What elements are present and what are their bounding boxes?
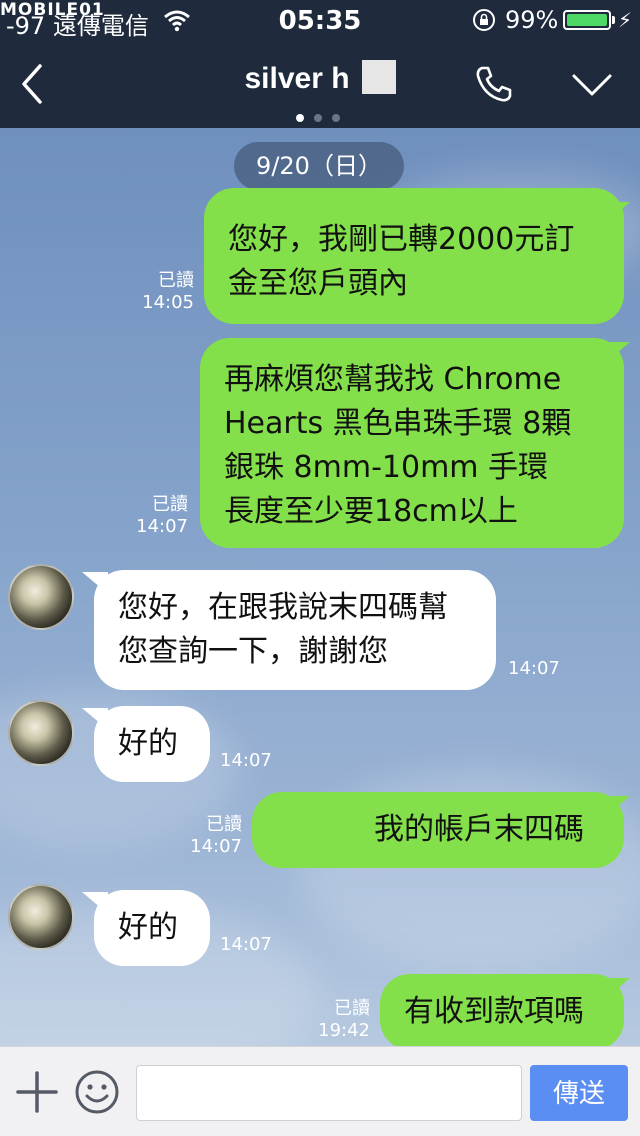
battery-fill — [567, 14, 607, 26]
read-receipt: 已讀 — [152, 494, 188, 515]
message-time: 14:07 — [508, 658, 560, 679]
message-time: 19:42 — [318, 1020, 370, 1041]
message-line: 銀珠 8mm-10mm 手環 — [224, 450, 549, 485]
message-meta: 已讀 14:07 — [124, 494, 188, 538]
status-bar: MOBILE01 -97 遠傳電信 05:35 99% ⚡ — [0, 0, 640, 40]
message-line: Hearts 黑色串珠手環 8顆 — [224, 406, 572, 441]
chat-area[interactable]: 9/20（日） 您好，我剛已轉2000元訂 金至您戶頭內 已讀 14:05 再麻… — [0, 128, 640, 1046]
contact-name: silver h — [244, 62, 350, 95]
read-receipt: 已讀 — [206, 814, 242, 835]
message-line: 再麻煩您幫我找 Chrome — [224, 362, 562, 397]
message-line: 金至您戶頭內 — [228, 266, 408, 301]
battery-icon — [563, 10, 611, 30]
message-bubble-sent[interactable]: 再麻煩您幫我找 Chrome Hearts 黑色串珠手環 8顆 銀珠 8mm-1… — [200, 338, 624, 548]
rotation-lock-icon — [473, 9, 495, 31]
message-time: 14:07 — [190, 836, 242, 857]
chat-title[interactable]: silver h — [0, 60, 640, 96]
message-meta: 已讀 19:42 — [304, 998, 370, 1042]
emoji-icon[interactable] — [74, 1069, 120, 1115]
bubble-tail — [604, 796, 630, 818]
message-time: 14:07 — [220, 934, 272, 955]
contact-icon — [361, 60, 396, 94]
message-input-bar: 傳送 — [0, 1046, 640, 1136]
message-meta: 14:07 — [508, 658, 578, 680]
message-line: 有收到款項嗎 — [404, 994, 584, 1029]
message-line: 您好，我剛已轉2000元訂 — [228, 222, 575, 257]
date-divider: 9/20（日） — [234, 142, 404, 190]
message-time: 14:05 — [142, 292, 194, 313]
message-time: 14:07 — [220, 750, 272, 771]
message-bubble-sent[interactable]: 您好，我剛已轉2000元訂 金至您戶頭內 — [204, 188, 624, 324]
message-time: 14:07 — [136, 516, 188, 537]
message-line: 好的 — [118, 726, 178, 761]
message-meta: 14:07 — [220, 934, 290, 956]
read-receipt: 已讀 — [158, 270, 194, 291]
message-bubble-sent[interactable]: 有收到款項嗎 — [380, 974, 624, 1046]
plus-icon[interactable] — [16, 1071, 58, 1113]
message-meta: 已讀 14:05 — [130, 270, 194, 314]
message-line: 您好，在跟我說末四碼幫 — [118, 590, 448, 625]
chevron-down-icon[interactable] — [568, 68, 616, 104]
battery-percent: 99% — [505, 6, 559, 34]
chat-header: silver h — [0, 40, 640, 128]
battery-tip — [612, 16, 615, 24]
message-meta: 已讀 14:07 — [176, 814, 242, 858]
bubble-tail — [82, 572, 108, 594]
bubble-tail — [82, 708, 108, 730]
read-receipt: 已讀 — [334, 998, 370, 1019]
message-line: 您查詢一下，謝謝您 — [118, 634, 388, 669]
charging-icon: ⚡ — [618, 8, 633, 32]
bubble-tail — [604, 342, 630, 364]
page-dot — [332, 114, 340, 122]
page-dot — [314, 114, 322, 122]
page-dot — [296, 114, 304, 122]
redacted-area — [282, 796, 352, 864]
bubble-tail — [604, 978, 630, 1000]
message-line: 長度至少要18cm以上 — [224, 494, 518, 529]
message-input[interactable] — [136, 1065, 522, 1121]
message-meta: 14:07 — [220, 750, 290, 772]
message-bubble-received[interactable]: 您好，在跟我說末四碼幫 您查詢一下，謝謝您 — [94, 570, 496, 690]
message-line: 我的帳戶末四碼 — [374, 812, 584, 847]
message-bubble-received[interactable]: 好的 — [94, 890, 210, 966]
contact-avatar[interactable] — [8, 700, 74, 766]
message-bubble-received[interactable]: 好的 — [94, 706, 210, 782]
send-button[interactable]: 傳送 — [530, 1065, 628, 1121]
page-indicator — [296, 107, 350, 126]
phone-icon[interactable] — [472, 62, 516, 106]
contact-avatar[interactable] — [8, 884, 74, 950]
bubble-tail — [604, 202, 630, 224]
message-line: 好的 — [118, 910, 178, 945]
bubble-tail — [82, 892, 108, 914]
contact-avatar[interactable] — [8, 564, 74, 630]
